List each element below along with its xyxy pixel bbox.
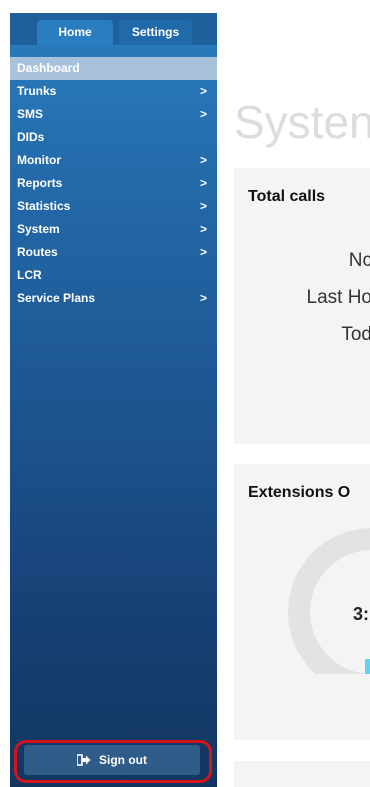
extensions-panel: Extensions O <box>234 464 370 740</box>
sidebar-item-label: Routes <box>17 245 58 259</box>
sidebar-item-label: Statistics <box>17 199 71 213</box>
sidebar: Home Settings Dashboard Trunks > SMS > D… <box>10 13 217 787</box>
chevron-right-icon: > <box>199 153 207 167</box>
third-panel <box>234 761 370 787</box>
page-title: Systen <box>234 96 370 148</box>
sidebar-item-label: DIDs <box>17 130 45 144</box>
chevron-right-icon: > <box>199 222 207 236</box>
sidebar-item-statistics[interactable]: Statistics > <box>10 195 217 218</box>
tab-home[interactable]: Home <box>37 20 113 45</box>
sidebar-menu: Dashboard Trunks > SMS > DIDs Monitor > … <box>10 57 217 310</box>
donut-segment <box>365 659 370 674</box>
sidebar-item-routes[interactable]: Routes > <box>10 241 217 264</box>
sidebar-item-system[interactable]: System > <box>10 218 217 241</box>
sidebar-item-label: System <box>17 222 60 236</box>
sidebar-item-trunks[interactable]: Trunks > <box>10 80 217 103</box>
donut-center-value: 3: <box>353 604 370 624</box>
chevron-right-icon: > <box>199 107 207 121</box>
sidebar-item-label: SMS <box>17 107 44 121</box>
sidebar-item-dashboard[interactable]: Dashboard <box>10 57 217 80</box>
tab-settings[interactable]: Settings <box>119 20 192 45</box>
sidebar-item-label: Trunks <box>17 84 57 98</box>
stat-label-today: Tod <box>341 324 370 345</box>
sidebar-item-dids[interactable]: DIDs <box>10 126 217 149</box>
chevron-right-icon: > <box>199 245 207 259</box>
sign-out-icon <box>77 754 91 766</box>
sidebar-item-label: Reports <box>17 176 63 190</box>
sidebar-item-label: Dashboard <box>17 61 80 75</box>
total-calls-title: Total calls <box>248 188 326 205</box>
total-calls-panel: Total calls Nc Last Ho Tod <box>234 168 370 444</box>
stat-label-now: Nc <box>348 250 370 271</box>
sidebar-item-label: Monitor <box>17 153 61 167</box>
signout-label: Sign out <box>99 753 147 767</box>
chevron-right-icon: > <box>199 84 207 98</box>
sidebar-item-label: LCR <box>17 268 42 282</box>
sidebar-item-label: Service Plans <box>17 291 96 305</box>
extensions-donut-chart <box>288 528 370 674</box>
chevron-right-icon: > <box>199 291 207 305</box>
signout-button[interactable]: Sign out <box>24 745 200 775</box>
chevron-right-icon: > <box>199 199 207 213</box>
sidebar-item-sms[interactable]: SMS > <box>10 103 217 126</box>
sidebar-item-reports[interactable]: Reports > <box>10 172 217 195</box>
sidebar-item-lcr[interactable]: LCR <box>10 264 217 287</box>
extensions-title: Extensions O <box>248 484 351 501</box>
chevron-right-icon: > <box>199 176 207 190</box>
sidebar-item-service-plans[interactable]: Service Plans > <box>10 287 217 310</box>
stat-label-last-hour: Last Ho <box>306 287 370 308</box>
sidebar-item-monitor[interactable]: Monitor > <box>10 149 217 172</box>
